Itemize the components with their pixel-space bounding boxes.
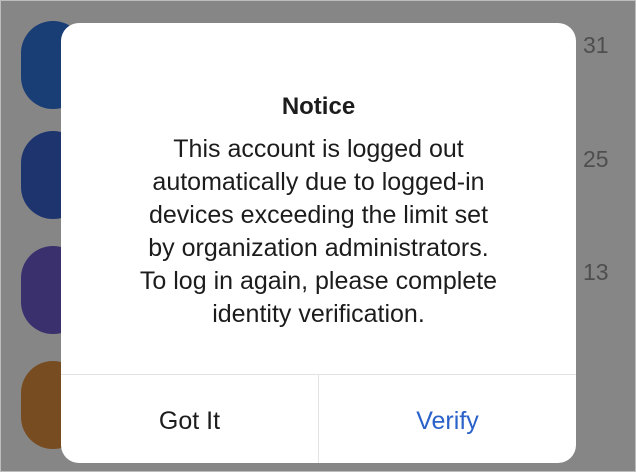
notice-dialog: Notice This account is logged out automa… [61,23,576,463]
dialog-actions: Got It Verify [61,374,576,463]
message-line: To log in again, please complete [139,267,498,295]
message-line: This account is logged out [173,135,464,163]
message-line: by organization administrators. [148,234,489,262]
message-line: automatically due to logged-in [152,168,485,196]
app-screen: 31 25 13 Notice This account is logged o… [0,0,636,472]
message-line: identity verification. [212,300,425,328]
got-it-button[interactable]: Got It [61,375,318,463]
dialog-title: Notice [281,93,356,120]
verify-button[interactable]: Verify [319,375,576,463]
dialog-message: This account is logged out automatically… [101,133,536,331]
message-line: devices exceeding the limit set [148,201,489,229]
